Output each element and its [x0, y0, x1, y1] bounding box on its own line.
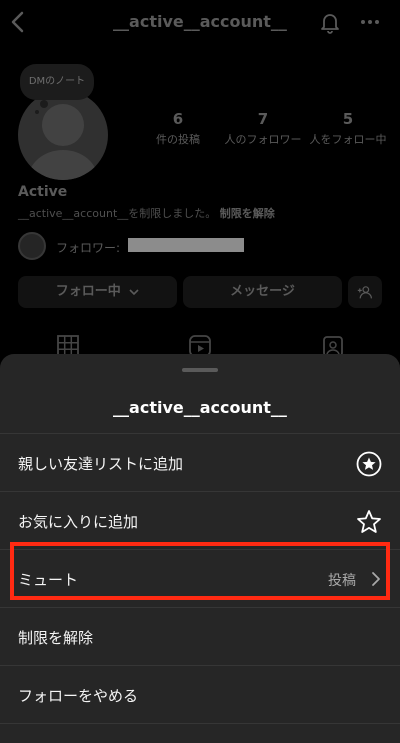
menu-item-label: 制限を解除: [18, 629, 94, 647]
sheet-title: __active__account__: [113, 398, 287, 417]
action-sheet: __active__account__ 親しい友達リストに追加 お気に入りに追加…: [0, 354, 400, 743]
screen: __active__account__ DMのノート 6 件の投稿 7 人のフォ…: [0, 0, 400, 743]
menu-item-unfollow[interactable]: フォローをやめる: [0, 666, 400, 724]
menu-item-unrestrict[interactable]: 制限を解除: [0, 608, 400, 666]
divider: [0, 723, 400, 724]
menu-item-add-close-friends[interactable]: 親しい友達リストに追加: [0, 434, 400, 492]
menu-item-label: 親しい友達リストに追加: [18, 455, 184, 473]
sheet-drag-handle[interactable]: [182, 368, 218, 372]
star-outline-icon: [357, 510, 381, 533]
mute-highlight-box: [10, 542, 390, 600]
close-friends-star-icon: [356, 451, 382, 477]
menu-item-label: お気に入りに追加: [18, 513, 139, 531]
menu-item-label: フォローをやめる: [18, 687, 139, 705]
